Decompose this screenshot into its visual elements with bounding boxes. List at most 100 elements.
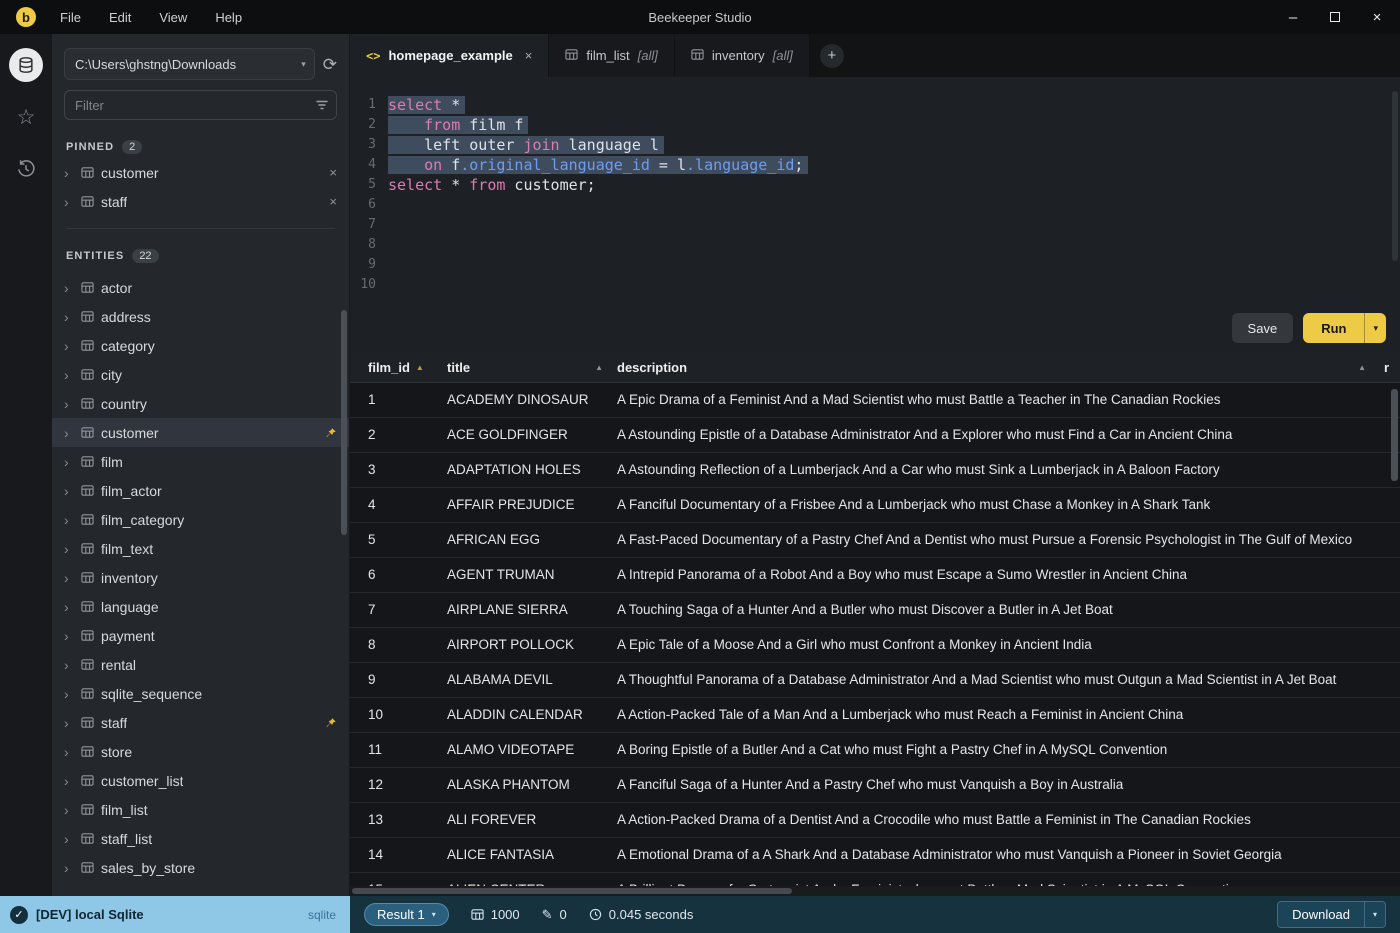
download-options-caret[interactable]: ▾ <box>1363 902 1385 927</box>
entity-item-film[interactable]: › film <box>52 447 349 476</box>
maximize-icon[interactable] <box>1330 12 1340 22</box>
pinned-item-staff[interactable]: › staff × <box>52 187 349 216</box>
entity-item-customer[interactable]: › customer <box>52 418 349 447</box>
scrollbar-thumb[interactable] <box>352 888 792 894</box>
editor-scrollbar[interactable] <box>1392 91 1398 261</box>
chevron-right-icon[interactable]: › <box>64 716 74 730</box>
chevron-right-icon[interactable]: › <box>64 600 74 614</box>
code-line[interactable]: from film f <box>388 115 1400 135</box>
entity-item-country[interactable]: › country <box>52 389 349 418</box>
entity-item-sqlite_sequence[interactable]: › sqlite_sequence <box>52 679 349 708</box>
new-tab-button[interactable]: + <box>819 43 844 68</box>
database-path-select[interactable]: C:\Users\ghstng\Downloads ▾ <box>64 48 315 80</box>
close-icon[interactable]: × <box>1370 9 1384 26</box>
menu-help[interactable]: Help <box>215 10 242 25</box>
chevron-right-icon[interactable]: › <box>64 426 74 440</box>
close-icon[interactable]: × <box>329 194 337 209</box>
history-nav-button[interactable] <box>9 152 43 186</box>
column-header-title[interactable]: title ▲ <box>447 353 617 382</box>
menu-edit[interactable]: Edit <box>109 10 131 25</box>
tab-homepage_example[interactable]: <> homepage_example × <box>350 34 550 77</box>
table-row[interactable]: 6 AGENT TRUMAN A Intrepid Panorama of a Ro… <box>350 558 1400 593</box>
entity-item-store[interactable]: › store <box>52 737 349 766</box>
chevron-right-icon[interactable]: › <box>64 774 74 788</box>
chevron-right-icon[interactable]: › <box>64 310 74 324</box>
entity-item-category[interactable]: › category <box>52 331 349 360</box>
table-row[interactable]: 3 ADAPTATION HOLES A Astounding Reflection… <box>350 453 1400 488</box>
chevron-right-icon[interactable]: › <box>64 803 74 817</box>
chevron-right-icon[interactable]: › <box>64 571 74 585</box>
table-row[interactable]: 9 ALABAMA DEVIL A Thoughtful Panorama of a… <box>350 663 1400 698</box>
table-row[interactable]: 1 ACADEMY DINOSAUR A Epic Drama of a Femin… <box>350 383 1400 418</box>
code-line[interactable]: select * from customer; <box>388 175 1400 195</box>
connection-status[interactable]: ✓ [DEV] local Sqlite sqlite <box>0 896 350 933</box>
code-line[interactable]: select * <box>388 95 1400 115</box>
save-button[interactable]: Save <box>1231 313 1294 343</box>
run-options-caret[interactable]: ▾ <box>1364 313 1386 343</box>
menu-view[interactable]: View <box>159 10 187 25</box>
entity-item-sales_by_store[interactable]: › sales_by_store <box>52 853 349 882</box>
chevron-right-icon[interactable]: › <box>64 455 74 469</box>
entity-item-address[interactable]: › address <box>52 302 349 331</box>
chevron-right-icon[interactable]: › <box>64 281 74 295</box>
minimize-icon[interactable]: – <box>1286 9 1300 26</box>
entity-item-film_list[interactable]: › film_list <box>52 795 349 824</box>
database-nav-button[interactable] <box>9 48 43 82</box>
entity-item-inventory[interactable]: › inventory <box>52 563 349 592</box>
pin-icon[interactable] <box>325 717 337 729</box>
entities-section-header[interactable]: ENTITIES 22 <box>52 245 349 267</box>
pinned-item-customer[interactable]: › customer × <box>52 158 349 187</box>
pin-icon[interactable] <box>325 427 337 439</box>
sort-arrow-icon[interactable]: ▲ <box>416 363 424 372</box>
run-button[interactable]: Run <box>1303 313 1365 343</box>
sql-editor[interactable]: 1 2 3 4 5 6 7 8 9 10 select * from film f left ou… <box>350 77 1400 353</box>
table-row[interactable]: 7 AIRPLANE SIERRA A Touching Saga of a Hun… <box>350 593 1400 628</box>
table-row[interactable]: 14 ALICE FANTASIA A Emotional Drama of a A… <box>350 838 1400 873</box>
code-line[interactable]: on f.original_language_id = l.language_i… <box>388 155 1400 175</box>
chevron-right-icon[interactable]: › <box>64 658 74 672</box>
entity-item-actor[interactable]: › actor <box>52 273 349 302</box>
menu-file[interactable]: File <box>60 10 81 25</box>
table-row[interactable]: 10 ALADDIN CALENDAR A Action-Packed Tale o… <box>350 698 1400 733</box>
entity-item-customer_list[interactable]: › customer_list <box>52 766 349 795</box>
table-row[interactable]: 11 ALAMO VIDEOTAPE A Boring Epistle of a B… <box>350 733 1400 768</box>
code-line[interactable]: left outer join language l <box>388 135 1400 155</box>
table-row[interactable]: 12 ALASKA PHANTOM A Fanciful Saga of a Hun… <box>350 768 1400 803</box>
filter-input[interactable] <box>64 90 337 120</box>
chevron-right-icon[interactable]: › <box>64 861 74 875</box>
chevron-right-icon[interactable]: › <box>64 195 74 209</box>
tab-inventory[interactable]: inventory [all] <box>674 34 810 77</box>
sort-arrow-icon[interactable]: ▲ <box>1358 363 1366 372</box>
pinned-section-header[interactable]: PINNED 2 <box>52 136 349 158</box>
chevron-right-icon[interactable]: › <box>64 166 74 180</box>
entity-item-city[interactable]: › city <box>52 360 349 389</box>
filter-icon[interactable] <box>315 98 329 117</box>
entity-item-language[interactable]: › language <box>52 592 349 621</box>
chevron-right-icon[interactable]: › <box>64 542 74 556</box>
download-button[interactable]: Download <box>1278 902 1364 927</box>
close-icon[interactable]: × <box>329 165 337 180</box>
entity-item-film_text[interactable]: › film_text <box>52 534 349 563</box>
entity-item-payment[interactable]: › payment <box>52 621 349 650</box>
chevron-right-icon[interactable]: › <box>64 687 74 701</box>
table-row[interactable]: 5 AFRICAN EGG A Fast-Paced Documentary of … <box>350 523 1400 558</box>
table-row[interactable]: 2 ACE GOLDFINGER A Astounding Epistle of a… <box>350 418 1400 453</box>
column-header-description[interactable]: description ▲ <box>617 353 1384 382</box>
entity-item-staff[interactable]: › staff <box>52 708 349 737</box>
chevron-right-icon[interactable]: › <box>64 484 74 498</box>
close-icon[interactable]: × <box>525 48 533 63</box>
entity-item-film_category[interactable]: › film_category <box>52 505 349 534</box>
results-vertical-scrollbar[interactable] <box>1391 389 1398 481</box>
table-row[interactable]: 8 AIRPORT POLLOCK A Epic Tale of a Moose A… <box>350 628 1400 663</box>
column-header-r[interactable]: r <box>1384 353 1400 382</box>
tab-film_list[interactable]: film_list [all] <box>549 34 675 77</box>
favorites-nav-button[interactable]: ☆ <box>9 100 43 134</box>
sort-arrow-icon[interactable]: ▲ <box>595 363 603 372</box>
refresh-icon[interactable]: ⟳ <box>323 56 337 73</box>
results-horizontal-scrollbar[interactable] <box>350 886 1400 896</box>
result-selector[interactable]: Result 1 ▾ <box>364 903 449 926</box>
entity-item-film_actor[interactable]: › film_actor <box>52 476 349 505</box>
entity-item-staff_list[interactable]: › staff_list <box>52 824 349 853</box>
sidebar-scrollbar[interactable] <box>341 310 347 535</box>
chevron-right-icon[interactable]: › <box>64 368 74 382</box>
